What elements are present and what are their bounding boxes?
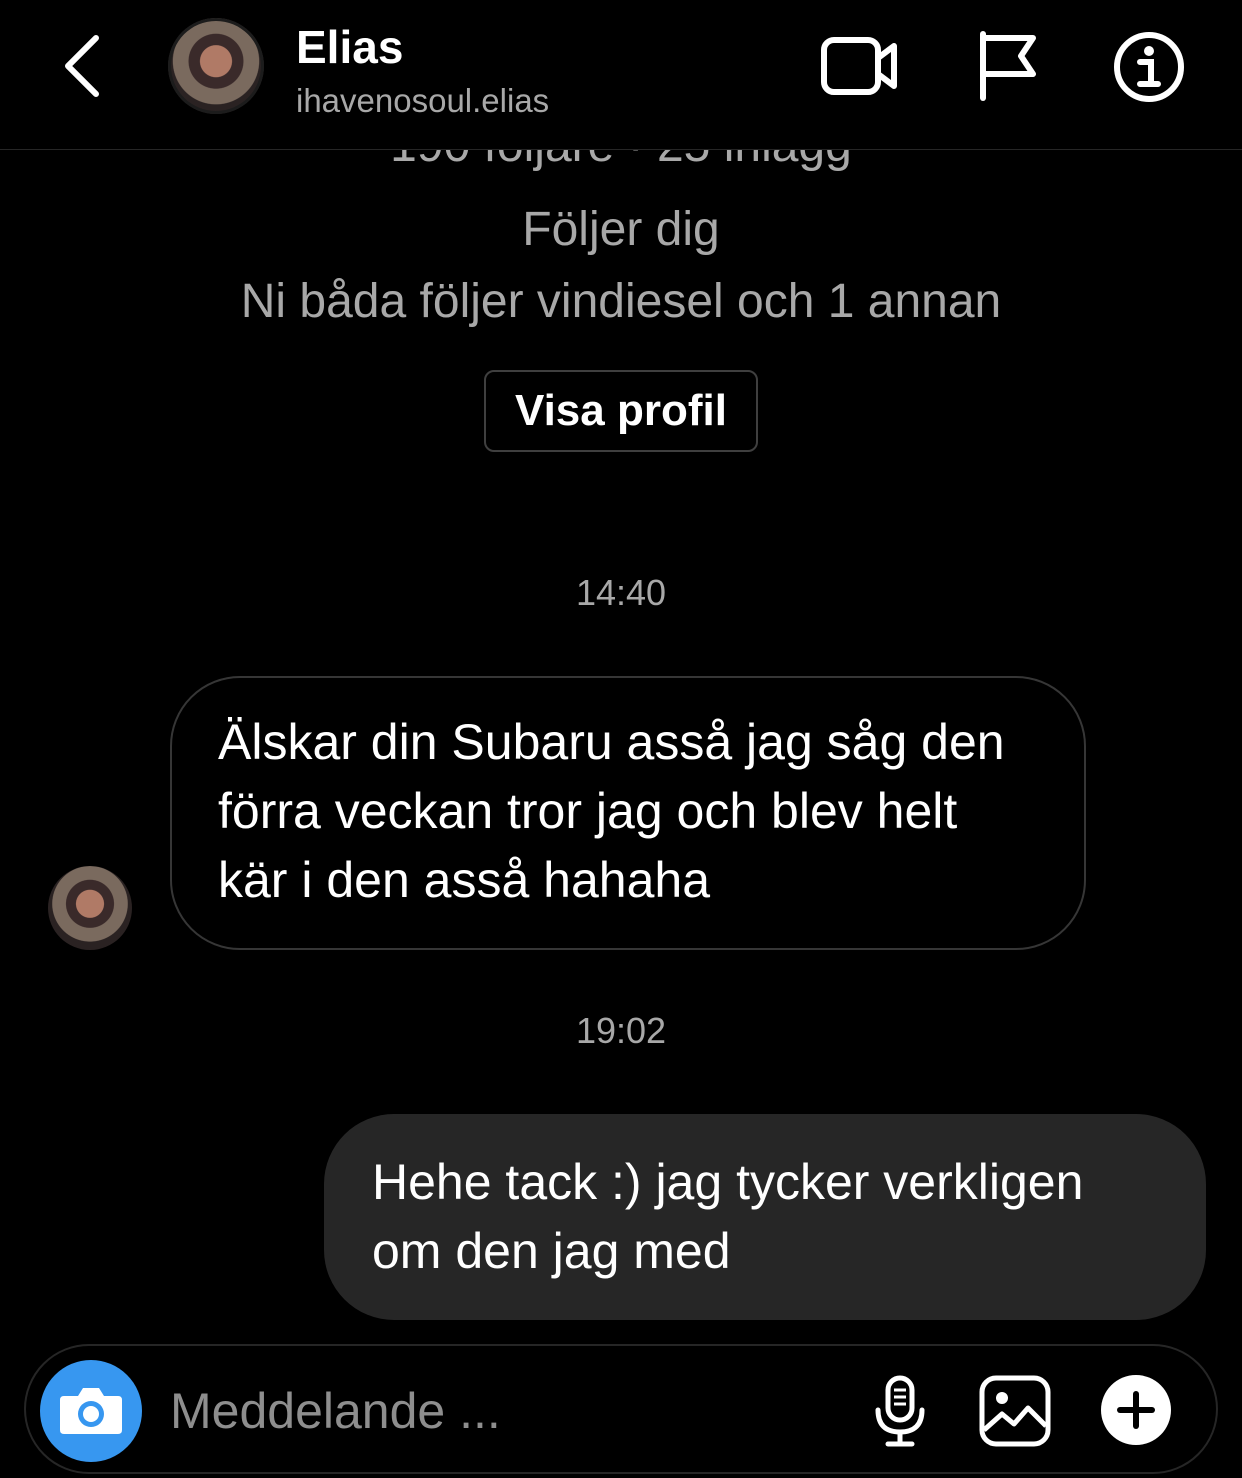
contact-name[interactable]: Elias	[296, 20, 403, 74]
gallery-button[interactable]	[978, 1374, 1052, 1448]
gallery-icon	[979, 1375, 1051, 1447]
header-avatar[interactable]	[168, 18, 264, 114]
profile-stats: 190 följare · 25 inlägg	[0, 150, 1242, 173]
contact-username[interactable]: ihavenosoul.elias	[296, 82, 549, 120]
chevron-left-icon	[65, 35, 99, 97]
outgoing-message[interactable]: Hehe tack :) jag tycker verkligen om den…	[324, 1114, 1206, 1320]
mutual-followers: Ni båda följer vindiesel och 1 annan	[240, 275, 1002, 328]
incoming-message[interactable]: Älskar din Subaru asså jag såg den förra…	[170, 676, 1086, 950]
microphone-icon	[875, 1375, 925, 1447]
view-profile-button[interactable]: Visa profil	[484, 370, 758, 452]
plus-icon	[1101, 1375, 1171, 1445]
camera-button[interactable]	[40, 1360, 142, 1462]
back-button[interactable]	[56, 30, 116, 102]
report-button[interactable]	[975, 30, 1039, 102]
message-composer	[24, 1344, 1218, 1474]
video-camera-icon	[821, 37, 897, 95]
dm-thread-screen: Elias ihavenosoul.elias 190 följare · 25…	[0, 0, 1242, 1478]
more-options-button[interactable]	[1100, 1374, 1172, 1446]
sender-avatar[interactable]	[48, 866, 132, 950]
voice-message-button[interactable]	[872, 1374, 928, 1448]
profile-summary: 190 följare · 25 inlägg Följer dig Ni bå…	[0, 150, 1242, 330]
video-call-button[interactable]	[820, 30, 900, 102]
camera-icon	[60, 1388, 122, 1434]
message-timestamp: 19:02	[575, 1010, 667, 1051]
thread-header: Elias ihavenosoul.elias	[0, 0, 1242, 150]
message-timestamp: 14:40	[575, 572, 667, 613]
info-button[interactable]	[1112, 30, 1186, 104]
message-input[interactable]	[170, 1376, 850, 1446]
info-icon	[1114, 32, 1184, 102]
flag-icon	[980, 31, 1036, 101]
follows-you-label: Följer dig	[522, 203, 720, 256]
